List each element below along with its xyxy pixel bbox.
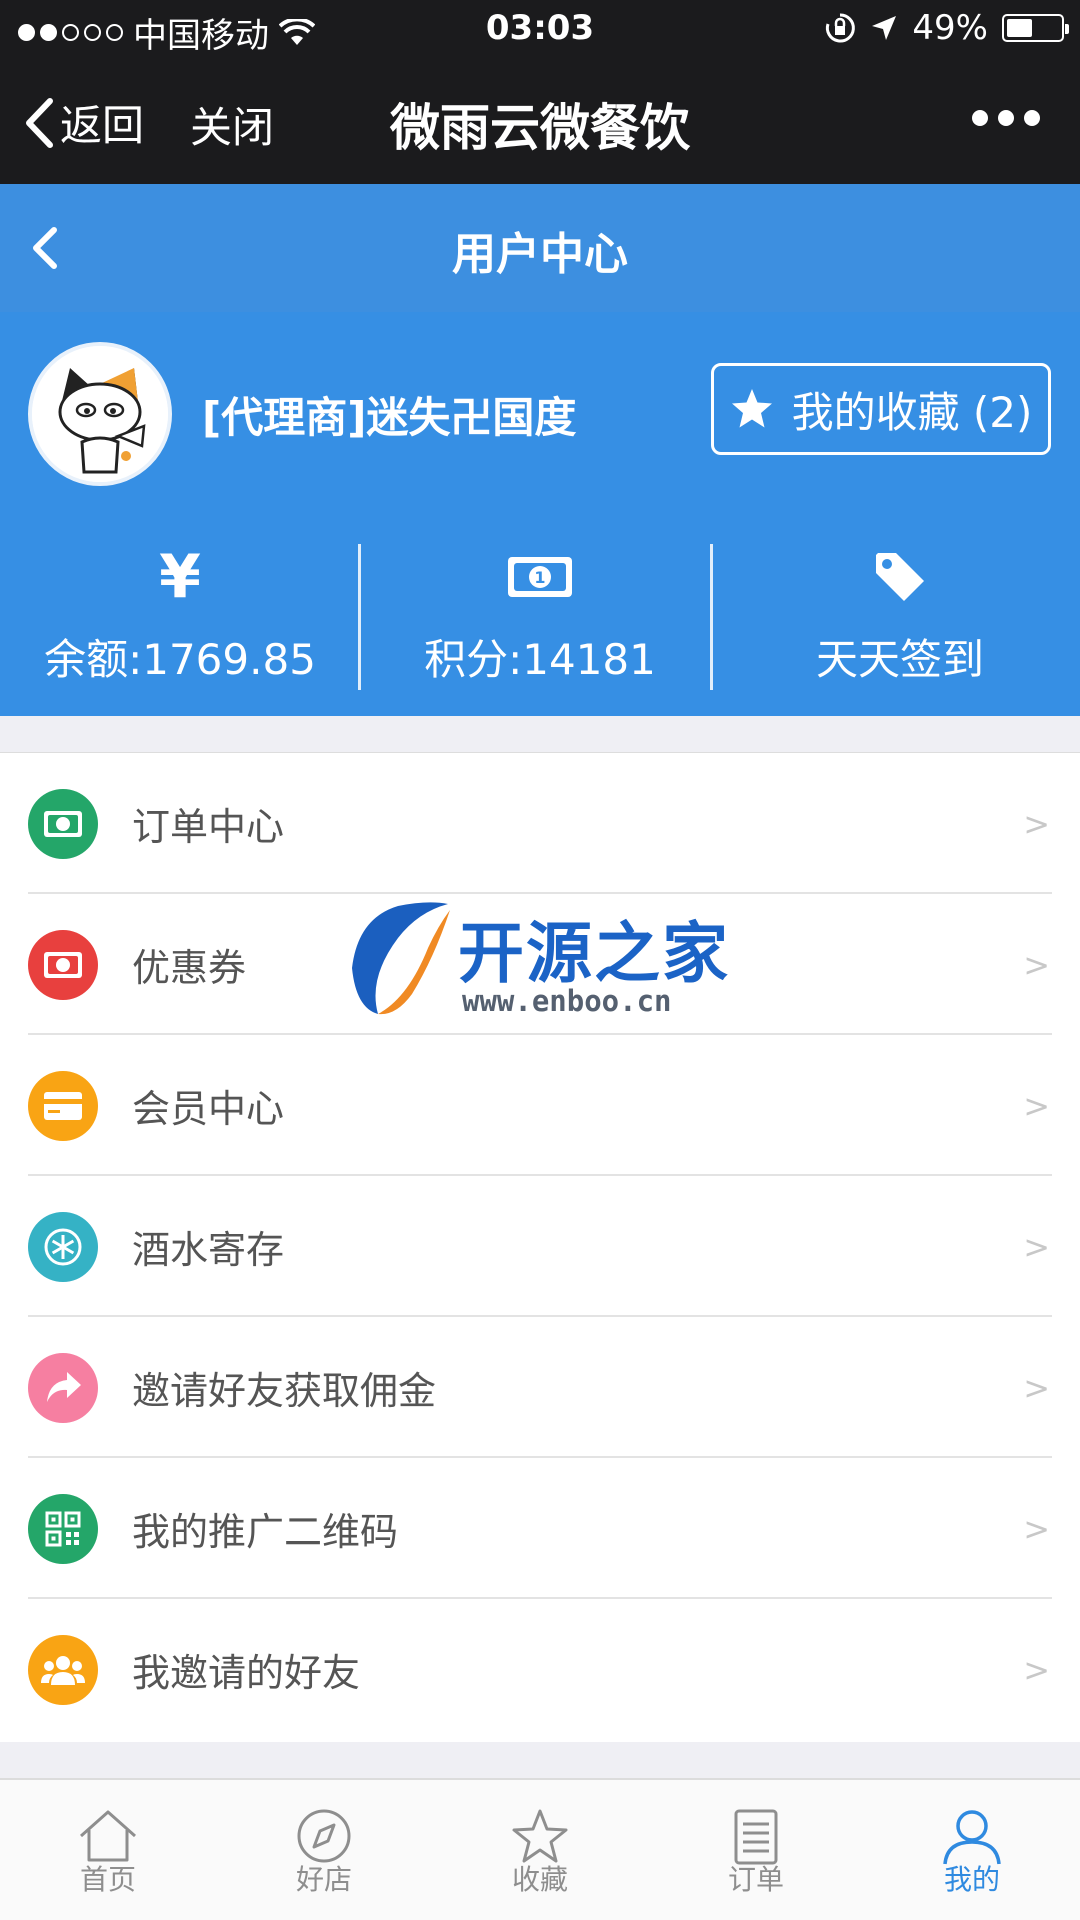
- chevron-right-icon: >: [1023, 1227, 1050, 1266]
- profile-section: [代理商]迷失卍国度 我的收藏 (2) ¥ 余额:1769.85 1 积分:14…: [0, 312, 1080, 716]
- tab-label: 我的: [943, 1863, 1000, 1896]
- watermark: 开源之家 www.enboo.cn: [338, 898, 748, 1018]
- more-menu-button[interactable]: [972, 110, 1040, 126]
- page-title: 用户中心: [452, 229, 628, 280]
- menu-item-orders[interactable]: 订单中心 >: [0, 753, 1080, 894]
- tab-mine[interactable]: 我的: [864, 1780, 1080, 1920]
- chevron-right-icon: >: [1023, 1086, 1050, 1125]
- my-favorites-button[interactable]: 我的收藏 (2): [711, 363, 1051, 455]
- username: [代理商]迷失卍国度: [202, 393, 577, 442]
- stats-divider: [710, 544, 713, 690]
- menu-item-label: 邀请好友获取佣金: [132, 1369, 437, 1413]
- watermark-logo-icon: [352, 902, 450, 1015]
- chevron-right-icon: >: [1023, 1650, 1050, 1689]
- status-bar: 中国移动 03:03 49%: [0, 0, 1080, 60]
- menu-item-label: 订单中心: [132, 805, 285, 849]
- avatar[interactable]: [28, 342, 172, 486]
- tab-shops[interactable]: 好店: [216, 1780, 432, 1920]
- svg-text:1: 1: [534, 568, 545, 587]
- card-icon: [28, 1070, 98, 1141]
- menu-item-label: 我的推广二维码: [132, 1510, 399, 1554]
- chevron-right-icon: >: [1023, 1368, 1050, 1407]
- snowflake-icon: [28, 1211, 98, 1282]
- menu-item-label: 酒水寄存: [132, 1228, 285, 1272]
- daily-checkin-label: 天天签到: [815, 635, 984, 684]
- battery-percent: 49%: [912, 8, 988, 48]
- chevron-right-icon: >: [1023, 804, 1050, 843]
- menu-item-membership[interactable]: 会员中心 >: [0, 1035, 1080, 1176]
- star-icon: [731, 389, 772, 428]
- app-title: 微雨云微餐饮: [390, 99, 690, 157]
- tab-home[interactable]: 首页: [0, 1780, 216, 1920]
- chevron-right-icon: >: [1023, 1509, 1050, 1548]
- stats-row: ¥ 余额:1769.85 1 积分:14181 天天签到: [0, 542, 1080, 692]
- balance-label: 余额:1769.85: [44, 635, 316, 684]
- rotation-lock-icon: [826, 13, 856, 43]
- points-stat[interactable]: 1 积分:14181: [360, 542, 720, 692]
- location-arrow-icon: [872, 16, 897, 40]
- daily-checkin-stat[interactable]: 天天签到: [720, 542, 1080, 692]
- stats-divider: [358, 544, 361, 690]
- chevron-right-icon: >: [1023, 945, 1050, 984]
- tab-label: 好店: [295, 1863, 352, 1896]
- yen-icon: ¥: [159, 542, 201, 612]
- tag-icon: [876, 553, 924, 601]
- battery-icon: [1002, 14, 1069, 42]
- menu-item-drink-storage[interactable]: 酒水寄存 >: [0, 1176, 1080, 1317]
- wechat-nav-bar: 返回 关闭 微雨云微餐饮: [0, 60, 1080, 184]
- tab-label: 订单: [727, 1863, 784, 1896]
- menu-item-invite-commission[interactable]: 邀请好友获取佣金 >: [0, 1317, 1080, 1458]
- points-label: 积分:14181: [424, 635, 656, 684]
- balance-stat[interactable]: ¥ 余额:1769.85: [0, 542, 360, 692]
- tab-label: 收藏: [511, 1863, 568, 1896]
- menu-item-label: 会员中心: [132, 1087, 285, 1131]
- watermark-url: www.enboo.cn: [462, 984, 672, 1018]
- tab-label: 首页: [79, 1863, 136, 1896]
- banknote-icon: 1: [508, 557, 572, 597]
- more-dots-icon: [972, 110, 988, 126]
- menu-item-label: 优惠券: [132, 946, 247, 990]
- menu-item-invited-friends[interactable]: 我邀请的好友 >: [0, 1599, 1080, 1740]
- watermark-text: 开源之家: [458, 915, 730, 992]
- banknote-icon: [28, 788, 98, 859]
- my-favorites-label: 我的收藏 (2): [791, 387, 1033, 437]
- menu-item-label: 我邀请的好友: [132, 1651, 361, 1695]
- tab-orders[interactable]: 订单: [648, 1780, 864, 1920]
- users-icon: [28, 1634, 98, 1705]
- qrcode-icon: [28, 1493, 98, 1564]
- page-header: 用户中心: [0, 184, 1080, 312]
- bottom-tab-bar: 首页 好店 收藏 订单 我的: [0, 1778, 1080, 1920]
- cat-avatar-image: [32, 346, 168, 482]
- menu-item-promo-qrcode[interactable]: 我的推广二维码 >: [0, 1458, 1080, 1599]
- tab-favorites[interactable]: 收藏: [432, 1780, 648, 1920]
- share-icon: [28, 1352, 98, 1423]
- banknote-icon: [28, 929, 98, 1000]
